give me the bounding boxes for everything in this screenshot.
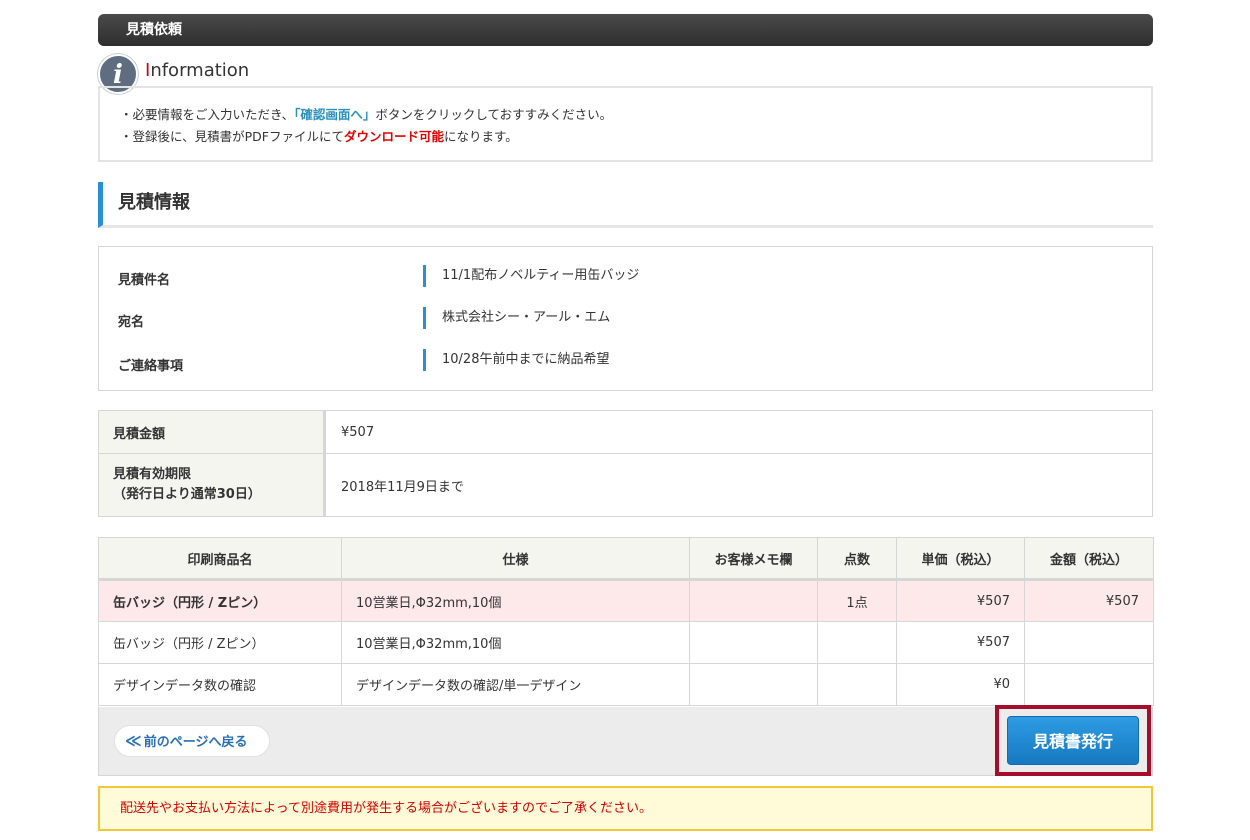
back-button[interactable]: ≪ 前のページへ戻る (114, 725, 270, 757)
column-header: 印刷商品名 (98, 537, 342, 581)
notice-banner: 配送先やお支払い方法によって別途費用が発生する場合がございますのでご了承ください… (98, 786, 1153, 831)
product-name: 缶バッジ（円形 / Zピン） (98, 621, 342, 664)
quantity: 1点 (817, 579, 897, 622)
amount-row-total: 見積金額 ¥507 (98, 410, 1153, 454)
amount: ¥507 (1024, 579, 1154, 622)
estimate-detail-box: 見積件名 11/1配布ノベルティー用缶バッジ 宛名 株式会社シー・アール・エム … (98, 246, 1153, 391)
total-label: 見積金額 (98, 410, 326, 454)
detail-value: 10/28午前中までに納品希望 (423, 349, 609, 371)
spec: 10営業日,Φ32mm,10個 (341, 621, 690, 664)
issue-button-highlight: 見積書発行 (995, 705, 1151, 776)
column-header: 金額（税込） (1024, 537, 1154, 581)
detail-label: 見積件名 (118, 273, 171, 288)
product-name: デザインデータ数の確認 (98, 663, 342, 706)
items-table: 印刷商品名 仕様 お客様メモ欄 点数 単価（税込） 金額（税込） 缶バッジ（円形… (98, 537, 1154, 706)
total-value: ¥507 (324, 410, 1153, 454)
expiry-value: 2018年11月9日まで (324, 453, 1153, 517)
page-title: 見積依頼 (126, 22, 182, 38)
amount (1024, 663, 1154, 706)
information-box: ・必要情報をご入力いただき、「確認画面へ」ボタンをクリックしておすすみください。… (98, 86, 1153, 162)
memo (689, 663, 818, 706)
detail-label: 宛名 (118, 315, 145, 330)
section-heading: 見積情報 (98, 182, 1153, 228)
product-name: 缶バッジ（円形 / Zピン） (98, 579, 342, 622)
detail-row-notes: ご連絡事項 10/28午前中までに納品希望 (99, 349, 1152, 374)
table-row: 缶バッジ（円形 / Zピン） 10営業日,Φ32mm,10個 1点 ¥507 ¥… (98, 579, 1154, 622)
information-line-2: ・登録後に、見積書がPDFファイルにてダウンロード可能になります。 (120, 129, 518, 144)
detail-value: 11/1配布ノベルティー用缶バッジ (423, 265, 639, 287)
detail-row-recipient: 宛名 株式会社シー・アール・エム (99, 307, 1152, 331)
detail-value: 株式会社シー・アール・エム (423, 307, 610, 329)
column-header: 仕様 (341, 537, 690, 581)
unit-price: ¥507 (896, 579, 1025, 622)
detail-label: ご連絡事項 (118, 359, 184, 374)
expiry-label: 見積有効期限 （発行日より通常30日） (98, 453, 326, 517)
unit-price: ¥0 (896, 663, 1025, 706)
table-header-row: 印刷商品名 仕様 お客様メモ欄 点数 単価（税込） 金額（税込） (98, 537, 1154, 581)
amount (1024, 621, 1154, 664)
amount-table: 見積金額 ¥507 見積有効期限 （発行日より通常30日） 2018年11月9日… (98, 410, 1153, 517)
spec: デザインデータ数の確認/単一デザイン (341, 663, 690, 706)
double-chevron-left-icon: ≪ (125, 731, 142, 750)
column-header: 点数 (817, 537, 897, 581)
quantity (817, 663, 897, 706)
amount-row-expiry: 見積有効期限 （発行日より通常30日） 2018年11月9日まで (98, 453, 1153, 517)
table-row: デザインデータ数の確認 デザインデータ数の確認/単一デザイン ¥0 (98, 663, 1154, 706)
unit-price: ¥507 (896, 621, 1025, 664)
memo (689, 621, 818, 664)
column-header: 単価（税込） (896, 537, 1025, 581)
detail-row-subject: 見積件名 11/1配布ノベルティー用缶バッジ (99, 265, 1152, 289)
information-line-1: ・必要情報をご入力いただき、「確認画面へ」ボタンをクリックしておすすみください。 (120, 107, 613, 122)
memo (689, 579, 818, 622)
table-row: 缶バッジ（円形 / Zピン） 10営業日,Φ32mm,10個 ¥507 (98, 621, 1154, 664)
page-title-bar: 見積依頼 (98, 14, 1153, 46)
issue-estimate-button[interactable]: 見積書発行 (1007, 716, 1139, 765)
quantity (817, 621, 897, 664)
information-title: Information (145, 60, 250, 81)
column-header: お客様メモ欄 (689, 537, 818, 581)
spec: 10営業日,Φ32mm,10個 (341, 579, 690, 622)
back-button-label: 前のページへ戻る (143, 735, 248, 750)
action-bar: ≪ 前のページへ戻る 見積書発行 (98, 705, 1153, 776)
